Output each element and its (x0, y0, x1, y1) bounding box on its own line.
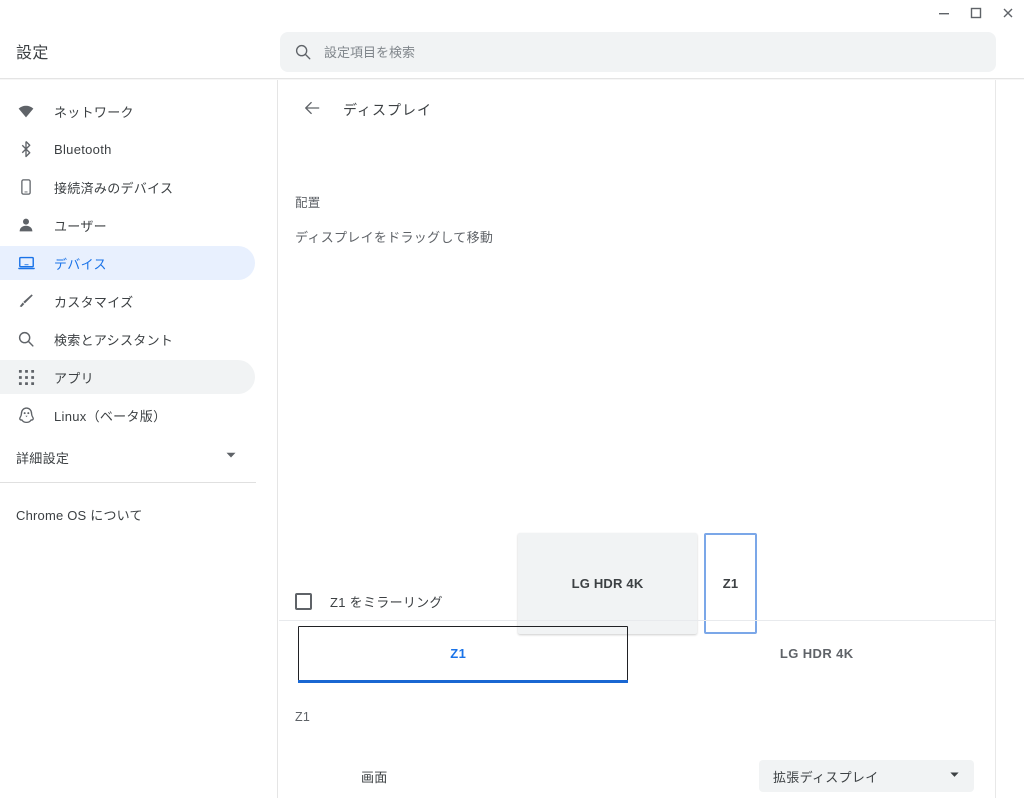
screen-mode-select[interactable]: 拡張ディスプレイ (759, 760, 974, 792)
tab-active-underline (298, 680, 628, 683)
mirror-checkbox[interactable] (295, 593, 312, 610)
chevron-down-icon (225, 448, 237, 466)
app-title: 設定 (16, 45, 49, 62)
arrangement-section-label: 配置 (295, 196, 321, 210)
display-box-z1[interactable]: Z1 (704, 533, 757, 634)
sidebar-about-label: Chrome OS について (16, 507, 143, 523)
apps-grid-icon (16, 367, 36, 387)
tab-label: Z1 (450, 645, 467, 661)
settings-window: 設定 ネットワーク Bluetooth (0, 0, 1024, 798)
display-section-title: Z1 (295, 710, 311, 724)
sidebar-item-advanced[interactable]: 詳細設定 (0, 440, 255, 474)
tab-z1[interactable]: Z1 (279, 623, 638, 683)
sidebar-item-about[interactable]: Chrome OS について (0, 497, 277, 531)
search-icon (16, 329, 36, 349)
arrangement-hint: ディスプレイをドラッグして移動 (295, 230, 494, 245)
sidebar-item-label: カスタマイズ (54, 294, 134, 310)
sidebar-item-label: 検索とアシスタント (54, 332, 174, 348)
bluetooth-icon (16, 139, 36, 159)
page-title: ディスプレイ (343, 102, 433, 118)
display-box-label: LG HDR 4K (571, 576, 644, 591)
arrow-left-icon (302, 98, 322, 123)
sidebar-item-search-assistant[interactable]: 検索とアシスタント (0, 322, 255, 356)
display-tabs: Z1 LG HDR 4K (279, 623, 996, 683)
tab-label: LG HDR 4K (779, 645, 854, 661)
tabs-top-divider (279, 620, 995, 621)
display-box-label: Z1 (722, 576, 739, 591)
sidebar-item-network[interactable]: ネットワーク (0, 94, 255, 128)
sidebar-divider (0, 482, 256, 483)
page-header: ディスプレイ (279, 80, 995, 140)
sidebar-item-apps[interactable]: アプリ (0, 360, 255, 394)
dropdown-arrow-icon (949, 767, 960, 785)
wifi-icon (16, 101, 36, 121)
tab-lg-hdr-4k[interactable]: LG HDR 4K (638, 623, 996, 683)
search-box[interactable] (280, 32, 996, 72)
scroll-gutter[interactable] (996, 80, 1024, 798)
sidebar-item-label: アプリ (54, 370, 94, 386)
minimize-button[interactable] (928, 0, 960, 26)
phone-icon (16, 177, 36, 197)
sidebar-item-label: 接続済みのデバイス (54, 180, 174, 196)
search-input[interactable] (324, 40, 944, 64)
setting-label: 画面 (361, 769, 388, 785)
display-box-lg-hdr-4k[interactable]: LG HDR 4K (518, 533, 697, 634)
sidebar-item-device[interactable]: デバイス (0, 246, 255, 280)
mirror-row[interactable]: Z1 をミラーリング (295, 592, 443, 611)
sidebar-item-personalization[interactable]: カスタマイズ (0, 284, 255, 318)
close-icon (1003, 8, 1013, 18)
display-arrangement-canvas[interactable]: LG HDR 4K Z1 (279, 250, 995, 634)
back-button[interactable] (299, 97, 325, 123)
person-icon (16, 215, 36, 235)
sidebar-item-label: Bluetooth (54, 141, 112, 157)
sidebar-advanced-label: 詳細設定 (16, 450, 70, 466)
brush-icon (16, 291, 36, 311)
sidebar-item-linux[interactable]: Linux（ベータ版） (0, 398, 255, 432)
mirror-label: Z1 をミラーリング (330, 595, 443, 610)
sidebar-item-connected-devices[interactable]: 接続済みのデバイス (0, 170, 255, 204)
close-button[interactable] (992, 0, 1024, 26)
setting-row-screen: 画面 拡張ディスプレイ (279, 746, 995, 798)
window-controls (928, 0, 1024, 26)
maximize-icon (970, 7, 982, 19)
minimize-icon (939, 13, 949, 15)
sidebar-item-label: デバイス (54, 256, 107, 272)
sidebar-item-bluetooth[interactable]: Bluetooth (0, 132, 255, 166)
sidebar-item-users[interactable]: ユーザー (0, 208, 255, 242)
maximize-button[interactable] (960, 0, 992, 26)
sidebar-item-label: ユーザー (54, 218, 107, 234)
penguin-icon (16, 405, 36, 425)
settings-header: 設定 (0, 26, 1024, 78)
title-bar (0, 0, 1024, 26)
sidebar-item-label: ネットワーク (54, 104, 134, 120)
screen-mode-value: 拡張ディスプレイ (773, 769, 879, 785)
sidebar-item-label: Linux（ベータ版） (54, 408, 167, 424)
search-icon (294, 43, 312, 61)
laptop-icon (16, 253, 36, 273)
sidebar: ネットワーク Bluetooth 接続済みのデバイス ユーザー デバイス カスタ… (0, 80, 278, 798)
main-content: ディスプレイ 配置 ディスプレイをドラッグして移動 LG HDR 4K Z1 Z… (279, 80, 996, 798)
